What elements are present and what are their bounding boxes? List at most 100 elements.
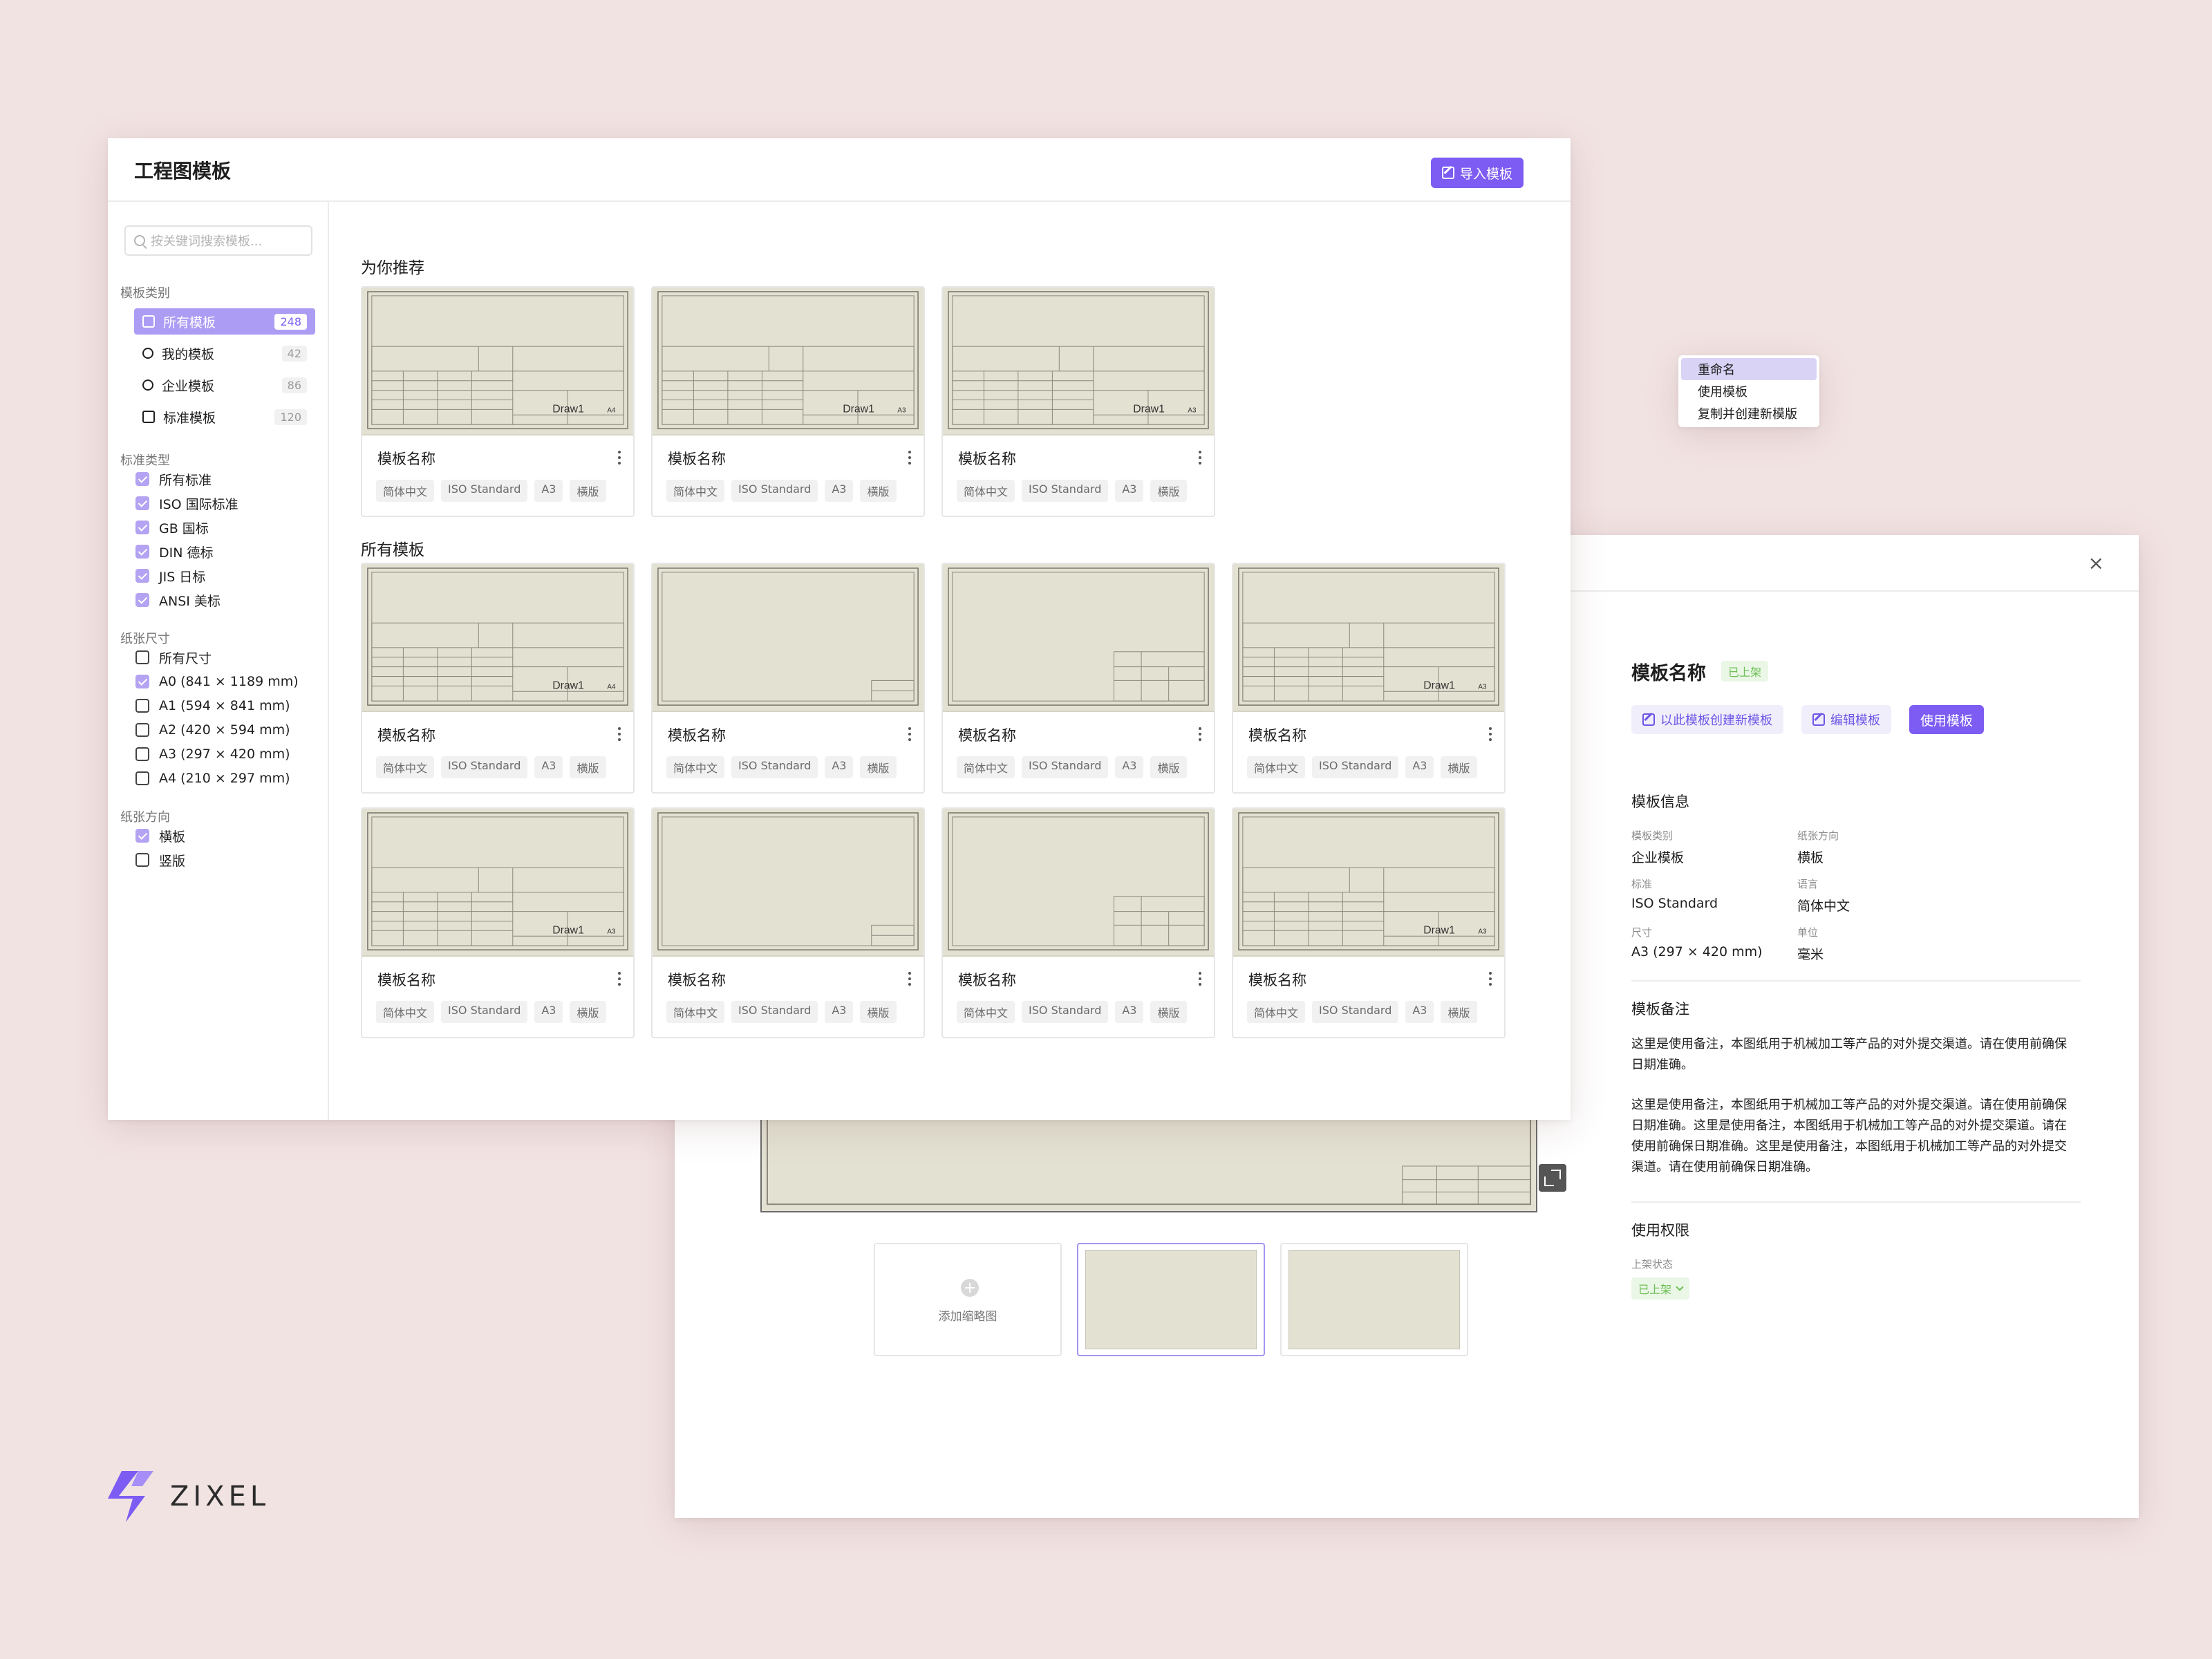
sidebar-item-my-templates[interactable]: 我的模板 42 xyxy=(134,340,315,366)
checkbox-icon xyxy=(135,675,149,688)
detail-title: 模板名称 xyxy=(1631,663,1706,684)
more-options-icon[interactable] xyxy=(1489,727,1492,741)
checkbox-standard[interactable]: ANSI 美标 xyxy=(135,590,221,610)
checkbox-standard[interactable]: GB 国标 xyxy=(135,517,209,538)
expand-icon[interactable] xyxy=(1539,1164,1566,1192)
add-thumbnail-button[interactable]: 添加缩略图 xyxy=(874,1243,1062,1356)
card-title: 模板名称 xyxy=(377,451,435,467)
sidebar-item-all-templates[interactable]: 所有模板 248 xyxy=(134,308,315,335)
more-options-icon[interactable] xyxy=(1199,972,1201,986)
template-card[interactable]: 模板名称 简体中文 ISO Standard A3 横版 xyxy=(941,807,1215,1038)
template-card[interactable]: Draw1 A3 模板名称 简体中文 ISO Standard A3 横版 xyxy=(361,807,635,1038)
publish-status-select[interactable]: 已上架 xyxy=(1631,1277,1690,1300)
more-options-icon[interactable] xyxy=(1199,727,1201,741)
template-library-window: 工程图模板 导入模板 按关键词搜索模板... 模板类别 所有模板 248 我的模… xyxy=(108,138,1571,1120)
checkbox-icon xyxy=(135,496,149,510)
thumbnail-item[interactable] xyxy=(1280,1243,1468,1356)
template-card[interactable]: Draw1 A4 模板名称 简体中文 ISO Standard A3 横版 xyxy=(361,286,635,517)
checkbox-standard[interactable]: 所有标准 xyxy=(135,469,212,489)
template-card[interactable]: Draw1 A4 模板名称 简体中文 ISO Standard A3 横版 xyxy=(361,563,635,794)
filter-sidebar: 按关键词搜索模板... 模板类别 所有模板 248 我的模板 42 企业模板 8… xyxy=(108,202,329,1120)
checkbox-standard[interactable]: ISO 国际标准 xyxy=(135,493,238,514)
checkbox-size[interactable]: A2 (420 × 594 mm) xyxy=(135,720,290,740)
tag-badge: ISO Standard xyxy=(441,1001,528,1023)
tag-badge: 横版 xyxy=(570,756,606,778)
checkbox-size[interactable]: A0 (841 × 1189 mm) xyxy=(135,671,299,692)
sheet-size-text: A3 xyxy=(897,406,906,414)
sheet-size-text: A4 xyxy=(607,406,616,414)
count-badge: 42 xyxy=(281,345,307,362)
template-card[interactable]: Draw1 A3 模板名称 简体中文 ISO Standard A3 横版 xyxy=(651,286,925,517)
tag-badge: ISO Standard xyxy=(441,756,528,778)
sidebar-item-enterprise-templates[interactable]: 企业模板 86 xyxy=(134,372,315,398)
more-options-icon[interactable] xyxy=(1199,451,1201,465)
checkbox-standard[interactable]: JIS 日标 xyxy=(135,565,205,586)
more-options-icon[interactable] xyxy=(618,451,621,465)
zixel-logo-icon xyxy=(108,1471,153,1522)
card-title: 模板名称 xyxy=(668,451,726,467)
create-from-template-button[interactable]: 以此模板创建新模板 xyxy=(1631,705,1783,734)
tag-badge: ISO Standard xyxy=(1312,1001,1399,1023)
checkbox-icon xyxy=(135,853,149,867)
import-template-button[interactable]: 导入模板 xyxy=(1430,158,1524,188)
user-icon xyxy=(142,348,153,359)
window-header: 工程图模板 导入模板 xyxy=(108,138,1571,202)
more-options-icon[interactable] xyxy=(1489,972,1492,986)
drawing-thumbnail: Draw1 A3 xyxy=(1233,564,1504,712)
chevron-down-icon xyxy=(1676,1283,1684,1291)
more-options-icon[interactable] xyxy=(908,972,911,986)
use-template-button[interactable]: 使用模板 xyxy=(1909,705,1985,734)
checkbox-size[interactable]: A3 (297 × 420 mm) xyxy=(135,744,290,765)
menu-item-rename[interactable]: 重命名 xyxy=(1681,358,1817,380)
checkbox-icon xyxy=(135,521,149,534)
tag-badge: ISO Standard xyxy=(731,756,818,778)
more-options-icon[interactable] xyxy=(618,727,621,741)
tag-badge: 横版 xyxy=(570,480,606,502)
template-card[interactable]: Draw1 A3 模板名称 简体中文 ISO Standard A3 横版 xyxy=(941,286,1215,517)
more-options-icon[interactable] xyxy=(908,727,911,741)
all-templates-title: 所有模板 xyxy=(361,541,424,559)
template-card[interactable]: Draw1 A3 模板名称 简体中文 ISO Standard A3 横版 xyxy=(1232,807,1506,1038)
checkbox-orientation[interactable]: 横板 xyxy=(135,825,185,846)
edit-template-button[interactable]: 编辑模板 xyxy=(1801,705,1891,734)
logo-text: ZIXEL xyxy=(170,1481,270,1512)
card-title: 模板名称 xyxy=(958,972,1016,988)
checkbox-size[interactable]: A4 (210 × 297 mm) xyxy=(135,768,290,789)
more-options-icon[interactable] xyxy=(618,972,621,986)
sidebar-item-standard-templates[interactable]: 标准模板 120 xyxy=(134,404,315,430)
thumbnail-item[interactable] xyxy=(1077,1243,1265,1356)
template-card[interactable]: 模板名称简体中文 ISO Standard A3 横版 xyxy=(651,563,925,794)
sheet-size-text: A4 xyxy=(607,683,616,691)
checkbox-size[interactable]: A1 (594 × 841 mm) xyxy=(135,695,290,716)
template-card[interactable]: 模板名称 简体中文 ISO Standard A3 横版 xyxy=(651,807,925,1038)
close-button[interactable]: × xyxy=(2088,552,2104,574)
template-card[interactable]: 模板名称 简体中文 ISO Standard A3 横版 xyxy=(941,563,1215,794)
more-options-icon[interactable] xyxy=(908,451,911,465)
sheet-size-text: A3 xyxy=(1478,683,1487,691)
card-title: 模板名称 xyxy=(377,727,435,744)
info-value: A3 (297 × 420 mm) xyxy=(1631,944,1763,959)
tag-badge: A3 xyxy=(1405,756,1434,778)
template-card[interactable]: Draw1 A3 模板名称 简体中文 ISO Standard A3 横版 xyxy=(1232,563,1506,794)
count-badge: 86 xyxy=(281,377,307,393)
template-preview-paper xyxy=(760,1118,1537,1212)
copy-icon xyxy=(1642,713,1655,726)
card-tags: 简体中文 ISO Standard A3 横版 xyxy=(666,756,897,778)
search-icon xyxy=(134,235,145,246)
card-title: 模板名称 xyxy=(958,451,1016,467)
drawing-thumbnail: Draw1 A3 xyxy=(943,288,1214,435)
info-value: 简体中文 xyxy=(1797,899,1850,914)
tag-badge: A3 xyxy=(825,480,854,502)
menu-item-use-template[interactable]: 使用模板 xyxy=(1681,380,1817,402)
tag-badge: 简体中文 xyxy=(376,756,435,778)
checkbox-size[interactable]: 所有尺寸 xyxy=(135,647,212,668)
search-input[interactable]: 按关键词搜索模板... xyxy=(124,225,312,256)
card-title: 模板名称 xyxy=(668,727,726,744)
card-title: 模板名称 xyxy=(958,727,1016,744)
tag-badge: 横版 xyxy=(1441,1001,1477,1023)
checkbox-orientation[interactable]: 竖版 xyxy=(135,850,185,870)
menu-item-duplicate[interactable]: 复制并创建新模版 xyxy=(1681,402,1817,424)
tag-badge: ISO Standard xyxy=(1022,756,1109,778)
tag-badge: A3 xyxy=(1115,480,1144,502)
checkbox-standard[interactable]: DIN 德标 xyxy=(135,541,214,562)
